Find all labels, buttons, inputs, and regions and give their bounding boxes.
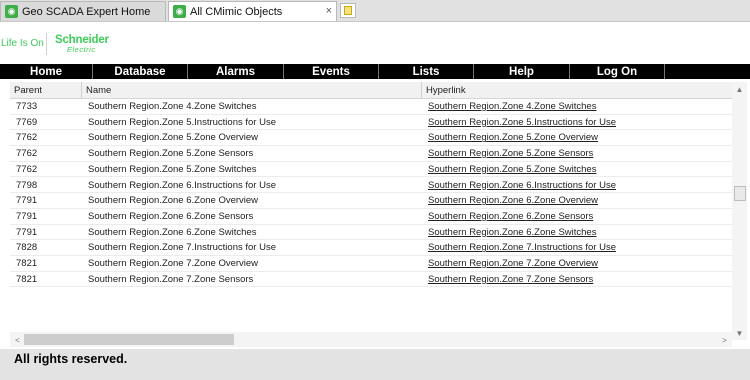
schneider-electric-logo: Schneider Electric bbox=[55, 34, 115, 54]
objects-table: Parent Name Hyperlink 7733 Southern Regio… bbox=[10, 82, 732, 332]
cell-parent: 7762 bbox=[16, 163, 38, 175]
cell-name: Southern Region.Zone 7.Zone Sensors bbox=[88, 273, 254, 285]
table-row[interactable]: 7821 Southern Region.Zone 7.Zone Sensors S… bbox=[10, 272, 732, 288]
cell-hyperlink: Southern Region.Zone 5.Zone Switches bbox=[422, 162, 732, 177]
brand-header: Life Is On Schneider Electric bbox=[0, 22, 750, 64]
hyperlink[interactable]: Southern Region.Zone 6.Zone Switches bbox=[428, 227, 596, 238]
table-row[interactable]: 7733 Southern Region.Zone 4.Zone Switches… bbox=[10, 99, 732, 115]
hyperlink[interactable]: Southern Region.Zone 5.Zone Switches bbox=[428, 164, 596, 175]
cell-parent: 7828 bbox=[16, 242, 38, 254]
table-row[interactable]: 7762 Southern Region.Zone 5.Zone Overview… bbox=[10, 130, 732, 147]
cell-hyperlink: Southern Region.Zone 4.Zone Switches bbox=[422, 99, 732, 114]
brand-divider bbox=[46, 33, 47, 55]
browser-tab-bar: ◉ Geo SCADA Expert Home ◉ All CMimic Obj… bbox=[0, 0, 750, 22]
cell-hyperlink: Southern Region.Zone 6.Zone Switches bbox=[422, 225, 732, 240]
scroll-down-icon[interactable]: ▼ bbox=[732, 326, 747, 340]
hyperlink[interactable]: Southern Region.Zone 6.Instructions for … bbox=[428, 180, 616, 191]
table-row[interactable]: 7791 Southern Region.Zone 6.Zone Overview… bbox=[10, 193, 732, 209]
cell-name: Southern Region.Zone 5.Zone Sensors bbox=[88, 148, 254, 160]
table-row[interactable]: 7828 Southern Region.Zone 7.Instructions … bbox=[10, 240, 732, 256]
hyperlink[interactable]: Southern Region.Zone 4.Zone Switches bbox=[428, 101, 596, 112]
cell-parent: 7821 bbox=[16, 273, 38, 285]
hyperlink[interactable]: Southern Region.Zone 5.Zone Overview bbox=[428, 132, 598, 143]
cell-parent: 7769 bbox=[16, 116, 38, 128]
table-row[interactable]: 7821 Southern Region.Zone 7.Zone Overview… bbox=[10, 256, 732, 272]
cell-name: Southern Region.Zone 5.Zone Overview bbox=[88, 132, 259, 144]
close-tab-icon[interactable]: × bbox=[326, 5, 332, 17]
hyperlink[interactable]: Southern Region.Zone 7.Zone Sensors bbox=[428, 274, 593, 285]
table-row[interactable]: 7762 Southern Region.Zone 5.Zone Switches… bbox=[10, 162, 732, 178]
cell-hyperlink: Southern Region.Zone 5.Instructions for … bbox=[422, 115, 732, 130]
nav-database[interactable]: Database bbox=[93, 64, 188, 79]
cell-parent: 7791 bbox=[16, 226, 38, 238]
cell-hyperlink: Southern Region.Zone 5.Zone Sensors bbox=[422, 146, 732, 161]
cell-parent: 7791 bbox=[16, 195, 38, 207]
new-tab-button[interactable] bbox=[340, 3, 356, 18]
column-header-parent[interactable]: Parent bbox=[10, 82, 82, 98]
hyperlink[interactable]: Southern Region.Zone 7.Zone Overview bbox=[428, 258, 598, 269]
table-header: Parent Name Hyperlink bbox=[10, 82, 732, 99]
table-row[interactable]: 7798 Southern Region.Zone 6.Instructions … bbox=[10, 178, 732, 194]
horizontal-scroll-thumb[interactable] bbox=[24, 334, 234, 345]
cell-name: Southern Region.Zone 4.Zone Switches bbox=[88, 101, 257, 112]
column-header-name[interactable]: Name bbox=[82, 82, 422, 98]
page-footer: All rights reserved. bbox=[0, 349, 750, 380]
cell-name: Southern Region.Zone 5.Zone Switches bbox=[88, 163, 257, 175]
cell-parent: 7762 bbox=[16, 148, 38, 160]
hyperlink[interactable]: Southern Region.Zone 6.Zone Sensors bbox=[428, 211, 593, 222]
cell-hyperlink: Southern Region.Zone 7.Instructions for … bbox=[422, 240, 732, 255]
cell-hyperlink: Southern Region.Zone 7.Zone Sensors bbox=[422, 272, 732, 287]
table-row[interactable]: 7762 Southern Region.Zone 5.Zone Sensors S… bbox=[10, 146, 732, 162]
copyright-text: All rights reserved. bbox=[14, 352, 128, 366]
scroll-right-icon[interactable]: > bbox=[717, 333, 732, 347]
scroll-left-icon[interactable]: < bbox=[10, 333, 25, 347]
logo-sub: Electric bbox=[67, 45, 96, 54]
cell-name: Southern Region.Zone 6.Zone Sensors bbox=[88, 210, 254, 222]
main-nav-bar: Home Database Alarms Events Lists Help L… bbox=[0, 64, 750, 79]
column-header-hyperlink[interactable]: Hyperlink bbox=[422, 82, 732, 98]
nav-events[interactable]: Events bbox=[284, 64, 379, 79]
hyperlink[interactable]: Southern Region.Zone 5.Zone Sensors bbox=[428, 148, 593, 159]
cell-hyperlink: Southern Region.Zone 6.Instructions for … bbox=[422, 178, 732, 193]
cell-name: Southern Region.Zone 5.Instructions for … bbox=[88, 116, 276, 128]
new-tab-icon bbox=[344, 6, 352, 15]
cell-parent: 7798 bbox=[16, 179, 38, 191]
cell-hyperlink: Southern Region.Zone 5.Zone Overview bbox=[422, 130, 732, 145]
cell-name: Southern Region.Zone 6.Zone Switches bbox=[88, 226, 257, 238]
horizontal-scrollbar[interactable]: < > bbox=[10, 332, 732, 347]
scroll-up-icon[interactable]: ▲ bbox=[732, 82, 747, 96]
tab-geo-scada-home[interactable]: ◉ Geo SCADA Expert Home bbox=[0, 1, 166, 21]
table-row[interactable]: 7791 Southern Region.Zone 6.Zone Sensors S… bbox=[10, 209, 732, 225]
cell-parent: 7821 bbox=[16, 258, 38, 269]
tab-all-cmimic-objects[interactable]: ◉ All CMimic Objects × bbox=[168, 1, 337, 21]
cell-name: Southern Region.Zone 7.Zone Overview bbox=[88, 258, 259, 269]
nav-alarms[interactable]: Alarms bbox=[188, 64, 284, 79]
wireless-signal-icon: ◉ bbox=[5, 5, 18, 18]
vertical-scroll-thumb[interactable] bbox=[734, 186, 746, 201]
cell-parent: 7791 bbox=[16, 210, 38, 222]
cell-name: Southern Region.Zone 6.Instructions for … bbox=[88, 179, 276, 191]
vertical-scrollbar[interactable]: ▲ ▼ bbox=[732, 82, 747, 340]
cell-hyperlink: Southern Region.Zone 7.Zone Overview bbox=[422, 256, 732, 271]
wireless-signal-icon: ◉ bbox=[173, 5, 186, 18]
life-is-on-tagline: Life Is On bbox=[1, 38, 44, 49]
cell-name: Southern Region.Zone 6.Zone Overview bbox=[88, 195, 259, 207]
tab-title: Geo SCADA Expert Home bbox=[22, 5, 151, 18]
cell-name: Southern Region.Zone 7.Instructions for … bbox=[88, 242, 276, 254]
table-row[interactable]: 7769 Southern Region.Zone 5.Instructions … bbox=[10, 115, 732, 131]
hyperlink[interactable]: Southern Region.Zone 6.Zone Overview bbox=[428, 195, 598, 206]
cell-parent: 7762 bbox=[16, 132, 38, 144]
tab-title: All CMimic Objects bbox=[190, 5, 283, 18]
cell-hyperlink: Southern Region.Zone 6.Zone Overview bbox=[422, 193, 732, 208]
nav-lists[interactable]: Lists bbox=[379, 64, 474, 79]
cell-parent: 7733 bbox=[16, 101, 38, 112]
table-row[interactable]: 7791 Southern Region.Zone 6.Zone Switches… bbox=[10, 225, 732, 241]
hyperlink[interactable]: Southern Region.Zone 5.Instructions for … bbox=[428, 117, 616, 128]
nav-log-on[interactable]: Log On bbox=[570, 64, 665, 79]
hyperlink[interactable]: Southern Region.Zone 7.Instructions for … bbox=[428, 242, 616, 253]
nav-help[interactable]: Help bbox=[474, 64, 570, 79]
cell-hyperlink: Southern Region.Zone 6.Zone Sensors bbox=[422, 209, 732, 224]
nav-home[interactable]: Home bbox=[0, 64, 93, 79]
